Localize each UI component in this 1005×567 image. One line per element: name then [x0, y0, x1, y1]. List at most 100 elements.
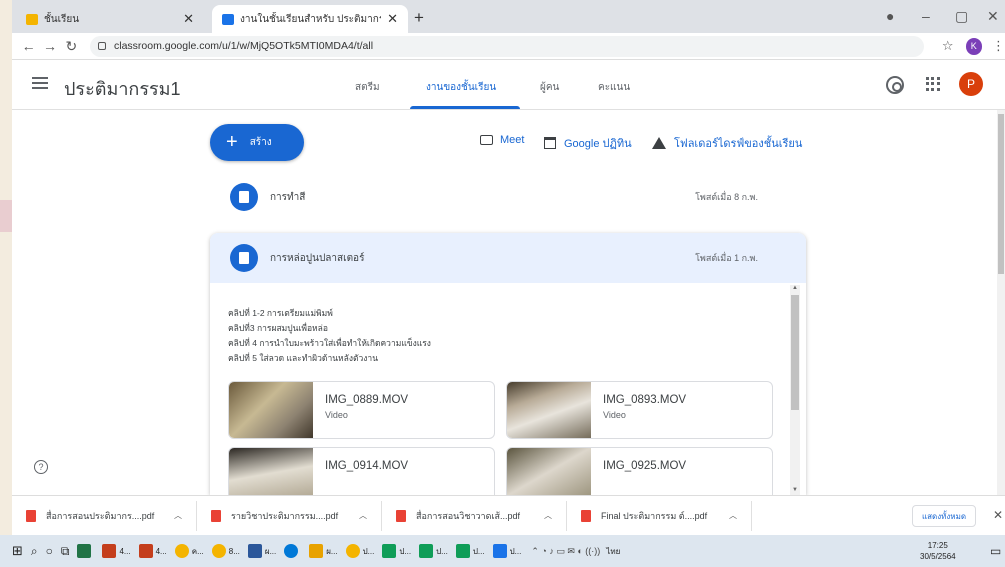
windows-start-icon[interactable]: ⊞ — [12, 540, 23, 562]
app-icon — [345, 544, 360, 558]
windows-taskbar: ⊞ ⌕ ○ ⧉ 4... 4... ค... 8... ผ... ผ... ป.… — [0, 535, 1005, 567]
download-item[interactable]: สื่อการสอนวิชาวาดเส้...pdf ︿ — [382, 500, 567, 531]
assignment-icon — [230, 244, 258, 272]
drive-folder-link[interactable]: โฟลเดอร์ไดรฟ์ของชั้นเรียน — [652, 134, 802, 152]
browser-tab-classes[interactable]: ชั้นเรียน ✕ — [16, 5, 204, 33]
taskbar-app[interactable]: ผ... — [247, 540, 276, 562]
download-filename: สื่อการสอนประติมากร....pdf — [46, 510, 155, 521]
new-tab-button[interactable]: + — [414, 8, 424, 28]
download-item[interactable]: สื่อการสอนประติมากร....pdf ︿ — [12, 500, 197, 531]
help-icon[interactable]: ? — [34, 460, 48, 474]
chevron-up-icon[interactable]: ︿ — [544, 510, 552, 521]
taskbar-app[interactable]: ป... — [382, 540, 411, 562]
clock-date: 30/5/2564 — [920, 552, 956, 561]
clock-time: 17:25 — [927, 541, 948, 550]
meet-link[interactable]: Meet — [480, 134, 524, 146]
close-tab-icon[interactable]: ✕ — [387, 11, 398, 27]
taskbar-app[interactable] — [284, 540, 301, 562]
taskbar-app[interactable]: 4... — [138, 540, 167, 562]
taskbar-app[interactable]: ป... — [455, 540, 485, 562]
assignment-item[interactable]: การทำสี โพสต์เมื่อ 8 ก.พ. — [210, 182, 806, 212]
assignment-icon — [230, 183, 258, 211]
tab-title: ชั้นเรียน — [44, 13, 80, 25]
tab-classwork[interactable]: งานของชั้นเรียน — [426, 80, 496, 95]
chevron-up-icon[interactable]: ︿ — [174, 510, 182, 521]
classroom-header: ประติมากรรม1 สตรีม งานของชั้นเรียน ผู้คน… — [12, 60, 1005, 110]
show-all-downloads-button[interactable]: แสดงทั้งหมด — [912, 505, 976, 527]
media-control-icon[interactable]: ● — [886, 8, 894, 24]
tab-stream[interactable]: สตรีม — [355, 80, 380, 95]
calendar-link[interactable]: Google ปฏิทิน — [544, 134, 632, 152]
gear-icon[interactable] — [886, 76, 904, 94]
chevron-up-icon[interactable]: ︿ — [359, 510, 367, 521]
app-icon — [284, 544, 299, 558]
system-tray-icons[interactable]: ⌃ ◔ ♪ ▭ ✉ ◐ ((·)) — [531, 540, 600, 562]
taskbar-app[interactable]: ป... — [419, 540, 448, 562]
assignment-title: การทำสี — [270, 191, 306, 203]
close-downloads-icon[interactable]: ✕ — [993, 508, 1003, 522]
attachment-card[interactable]: IMG_0925.MOV — [506, 447, 773, 495]
taskbar-app[interactable]: ค... — [174, 540, 204, 562]
back-arrow-icon[interactable]: ← — [18, 38, 39, 54]
browser-profile-avatar[interactable]: K — [965, 37, 983, 55]
notification-icon[interactable]: ▭ — [990, 540, 1001, 562]
expanded-assignment-header[interactable]: การหล่อปูนปลาสเตอร์ โพสต์เมื่อ 1 ก.พ. — [210, 233, 806, 283]
reload-icon[interactable]: ↻ — [61, 38, 82, 55]
task-view-icon[interactable]: ⧉ — [61, 540, 70, 562]
attachment-card[interactable]: IMG_0893.MOV Video — [506, 381, 773, 439]
forward-arrow-icon[interactable]: → — [39, 38, 60, 54]
taskbar-app[interactable]: ผ... — [309, 540, 338, 562]
taskbar-app[interactable] — [77, 540, 94, 562]
bookmark-star-icon[interactable]: ☆ — [942, 38, 954, 54]
input-language[interactable]: ไทย — [606, 540, 620, 562]
drive-icon — [652, 137, 666, 149]
browser-tab-classwork[interactable]: งานในชั้นเรียนสำหรับ ประติมากรรม1 ✕ — [212, 5, 408, 33]
calendar-icon — [544, 137, 556, 149]
browser-menu-icon[interactable]: ⋮ — [992, 38, 1005, 54]
download-item[interactable]: รายวิชาประติมากรรม....pdf ︿ — [197, 500, 382, 531]
tab-people[interactable]: ผู้คน — [540, 80, 559, 95]
attachment-card[interactable]: IMG_0889.MOV Video — [228, 381, 495, 439]
classroom-profile-avatar[interactable]: P — [959, 72, 983, 96]
pdf-icon — [211, 509, 221, 522]
app-icon — [419, 544, 434, 558]
scroll-down-icon[interactable]: ▼ — [792, 487, 798, 493]
cortana-icon[interactable]: ○ — [46, 540, 53, 562]
app-icon — [309, 544, 324, 558]
taskbar-app[interactable]: ป... — [492, 540, 521, 562]
download-item[interactable]: Final ประติมากรรม ต์....pdf ︿ — [567, 500, 752, 531]
hamburger-menu-icon[interactable] — [32, 77, 48, 89]
selected-tab-indicator — [410, 106, 520, 109]
downloads-bar: สื่อการสอนประติมากร....pdf ︿ รายวิชาประต… — [12, 495, 1005, 535]
maximize-button[interactable]: ▢ — [955, 8, 968, 25]
page-scrollbar-thumb[interactable] — [998, 114, 1004, 274]
create-button[interactable]: + สร้าง — [210, 124, 304, 161]
left-margin — [0, 0, 12, 567]
page-scrollbar[interactable] — [997, 110, 1005, 495]
scroll-up-icon[interactable]: ▲ — [792, 285, 798, 291]
description-line: คลิปที่3 การผสมปูนเพื่อหล่อ — [228, 323, 328, 333]
assignment-title: การหล่อปูนปลาสเตอร์ — [270, 252, 365, 264]
taskbar-clock[interactable]: 17:25 30/5/2564 — [920, 540, 956, 562]
tab-grades[interactable]: คะแนน — [598, 80, 630, 95]
pdf-icon — [581, 509, 591, 522]
scrollbar-thumb[interactable] — [791, 295, 799, 410]
taskbar-app[interactable]: 8... — [211, 540, 240, 562]
taskbar-app[interactable]: 4... — [102, 540, 131, 562]
class-title: ประติมากรรม1 — [64, 79, 181, 99]
close-tab-icon[interactable]: ✕ — [183, 11, 194, 27]
url-input[interactable]: classroom.google.com/u/1/w/MjQ5OTk5MTI0M… — [89, 35, 924, 57]
taskbar-app[interactable]: ป... — [345, 540, 374, 562]
tab-title: งานในชั้นเรียนสำหรับ ประติมากรรม1 — [240, 13, 381, 25]
chevron-up-icon[interactable]: ︿ — [729, 510, 737, 521]
url-text: classroom.google.com/u/1/w/MjQ5OTk5MTI0M… — [113, 40, 374, 52]
assignment-scrollbar[interactable]: ▲ ▼ — [790, 285, 800, 495]
assignment-date: โพสต์เมื่อ 1 ก.พ. — [695, 253, 758, 263]
video-thumbnail — [507, 382, 591, 438]
attachment-card[interactable]: IMG_0914.MOV — [228, 447, 495, 495]
app-icon — [382, 544, 397, 558]
close-window-button[interactable]: ✕ — [987, 8, 999, 25]
apps-grid-icon[interactable] — [926, 77, 940, 91]
search-icon[interactable]: ⌕ — [31, 540, 38, 562]
minimize-button[interactable]: – — [922, 8, 930, 24]
